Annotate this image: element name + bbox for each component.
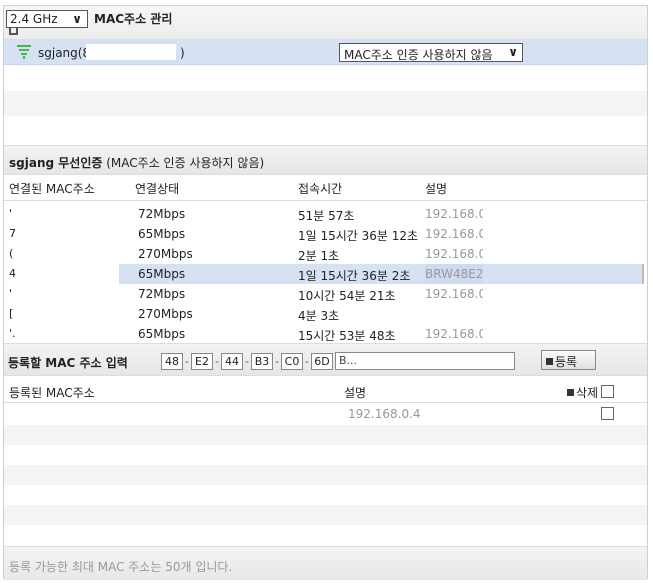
empty-row (4, 425, 647, 445)
register-label-text: 등록할 MAC 주소 입력 (8, 356, 128, 370)
client-row-selected[interactable]: 4 65Mbps 1일 15시간 36분 2초 BRW48E2 (4, 264, 644, 284)
client-mac: ( (9, 247, 14, 260)
col-registered-mac: 등록된 MAC주소 (9, 386, 95, 400)
empty-row (4, 66, 647, 91)
chevron-down-icon: ∨ (508, 45, 518, 59)
client-desc: 192.168.0. (425, 324, 483, 344)
section-title-bold: sgjang 무선인증 (9, 156, 103, 170)
page-title: MAC주소 관리 (94, 12, 173, 26)
mac-octet-1[interactable]: 48 (161, 353, 183, 370)
col-connected-mac: 연결된 MAC주소 (9, 182, 95, 196)
client-rate: 65Mbps (138, 327, 186, 341)
client-mac: 4 (9, 267, 16, 280)
client-mac: [ (9, 307, 14, 320)
client-time: 4분 3초 (298, 309, 340, 323)
client-row[interactable]: ' 72Mbps 10시간 54분 21초 192.168.0. (4, 284, 644, 304)
section-title-rest: (MAC주소 인증 사용하지 않음) (102, 156, 265, 170)
tray-icon (9, 28, 18, 35)
client-time: 1일 15시간 36분 2초 (298, 269, 411, 283)
client-mac: 7 (9, 227, 16, 240)
chevron-down-icon: ∨ (72, 12, 82, 26)
select-all-checkbox[interactable] (601, 385, 614, 398)
empty-row (4, 445, 647, 465)
client-time: 15시간 53분 48초 (298, 329, 396, 343)
octet-separator: - (245, 355, 249, 368)
octet-separator: - (215, 355, 219, 368)
client-row[interactable]: '. 65Mbps 15시간 53분 48초 192.168.0. (4, 324, 644, 344)
col-time: 접속시간 (298, 182, 343, 196)
client-desc: 192.168.0. (425, 284, 483, 304)
register-button-label: 등록 (555, 355, 578, 369)
panel-header: 2.4 GHz ∨ MAC주소 관리 (4, 6, 647, 40)
client-rate: 65Mbps (138, 267, 186, 281)
plus-square-icon (546, 358, 553, 365)
octet-separator: - (275, 355, 279, 368)
empty-row (4, 485, 647, 505)
register-label: 등록할 MAC 주소 입력 (8, 354, 128, 371)
network-name: sgjang(8 (38, 46, 91, 60)
register-button[interactable]: 등록 (541, 350, 596, 370)
client-desc: BRW48E2 (425, 264, 483, 284)
client-row[interactable]: ( 270Mbps 2분 1초 192.168.0. (4, 244, 644, 264)
auth-mode-value: MAC주소 인증 사용하지 않음 (344, 48, 493, 62)
empty-row (4, 116, 647, 141)
client-time: 51분 57초 (298, 209, 355, 223)
client-desc (425, 304, 483, 324)
client-rate: 65Mbps (138, 227, 186, 241)
empty-row (4, 525, 647, 545)
mac-octet-2[interactable]: E2 (191, 353, 213, 370)
client-mac: ' (9, 207, 13, 220)
client-mac: '. (9, 327, 16, 340)
client-desc: 192.168.0. (425, 204, 483, 224)
description-input[interactable]: B... (335, 352, 515, 370)
client-rate: 72Mbps (138, 207, 186, 221)
selection-gap (4, 264, 119, 284)
empty-row (4, 91, 647, 116)
redacted-block (86, 44, 176, 60)
band-select[interactable]: 2.4 GHz ∨ (6, 10, 88, 28)
client-time: 10시간 54분 21초 (298, 289, 396, 303)
client-rate: 270Mbps (138, 307, 193, 321)
client-row[interactable]: ' 72Mbps 51분 57초 192.168.0. (4, 204, 644, 224)
section-title: sgjang 무선인증 (MAC주소 인증 사용하지 않음) (9, 154, 264, 171)
delete-header: 삭제 (567, 384, 598, 401)
client-row[interactable]: [ 270Mbps 4분 3초 (4, 304, 644, 324)
mac-octet-3[interactable]: 44 (221, 353, 243, 370)
mac-octet-6[interactable]: 6D (311, 353, 333, 370)
footer: 등록 가능한 최대 MAC 주소는 50개 입니다. (4, 546, 647, 580)
registered-desc: 192.168.0.4 (348, 407, 421, 421)
empty-row (4, 505, 647, 525)
client-rate: 270Mbps (138, 247, 193, 261)
octet-separator: - (185, 355, 189, 368)
divider (4, 200, 647, 201)
client-mac: ' (9, 287, 13, 300)
col-registered-desc: 설명 (344, 386, 367, 400)
client-time: 2분 1초 (298, 249, 340, 263)
empty-row (4, 465, 647, 485)
section-header: sgjang 무선인증 (MAC주소 인증 사용하지 않음) (4, 145, 647, 175)
network-row[interactable]: sgjang(8 ) MAC주소 인증 사용하지 않음 ∨ (4, 40, 647, 65)
mac-octet-5[interactable]: C0 (281, 353, 303, 370)
client-row[interactable]: 7 65Mbps 1일 15시간 36분 12초 192.168.0. (4, 224, 644, 244)
scrollbar[interactable] (642, 264, 644, 284)
col-status: 연결상태 (135, 182, 180, 196)
delete-header-label: 삭제 (576, 386, 599, 400)
band-select-value: 2.4 GHz (10, 12, 58, 26)
mac-octet-4[interactable]: B3 (251, 353, 273, 370)
client-time: 1일 15시간 36분 12초 (298, 229, 419, 243)
registered-row[interactable]: 192.168.0.4 (4, 403, 647, 425)
delete-checkbox[interactable] (601, 407, 614, 420)
register-bar: 등록할 MAC 주소 입력 48 - E2 - 44 - B3 - C0 - 6… (4, 343, 647, 376)
client-desc: 192.168.0. (425, 224, 483, 244)
octet-separator: - (305, 355, 309, 368)
wifi-icon (17, 45, 31, 59)
footer-note: 등록 가능한 최대 MAC 주소는 50개 입니다. (9, 560, 233, 574)
mac-management-panel: 2.4 GHz ∨ MAC주소 관리 sgjang(8 ) MAC주소 인증 사… (3, 5, 648, 580)
client-rate: 72Mbps (138, 287, 186, 301)
client-desc: 192.168.0. (425, 244, 483, 264)
col-desc: 설명 (425, 182, 448, 196)
minus-square-icon (567, 389, 574, 396)
network-name-suffix: ) (180, 46, 185, 60)
auth-mode-select[interactable]: MAC주소 인증 사용하지 않음 ∨ (339, 43, 523, 62)
